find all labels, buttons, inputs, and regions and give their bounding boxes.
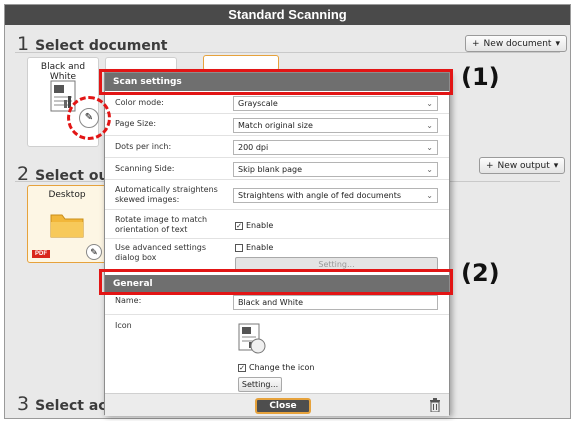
section-label: Select act	[35, 398, 114, 414]
new-document-label: New document	[483, 38, 552, 49]
checkbox-empty-icon	[235, 243, 243, 252]
highlight-box-scan-settings	[99, 69, 453, 95]
caret-down-icon: ▾	[553, 160, 559, 171]
folder-icon	[50, 214, 84, 238]
highlight-box-general	[99, 269, 453, 295]
rotate-label: Rotate image to match orientation of tex…	[115, 215, 208, 234]
change-icon-label: Change the icon	[249, 363, 315, 372]
close-button[interactable]: Close	[255, 398, 311, 414]
scanning-side-select[interactable]: Skip blank page ⌄	[233, 162, 438, 177]
page-size-select[interactable]: Match original size ⌄	[233, 118, 438, 133]
plus-icon: +	[472, 38, 480, 49]
color-mode-label: Color mode:	[115, 98, 164, 107]
color-mode-value: Grayscale	[238, 99, 278, 108]
name-input[interactable]: Black and White	[233, 295, 438, 310]
chevron-down-icon: ⌄	[426, 165, 433, 174]
color-mode-select[interactable]: Grayscale ⌄	[233, 96, 438, 111]
new-output-label: New output	[497, 160, 550, 171]
pdf-badge: PDF	[32, 250, 50, 258]
name-value: Black and White	[238, 298, 304, 307]
section-number: 3	[17, 393, 30, 415]
settings-dialog: Scan settings Color mode: Grayscale ⌄ Pag…	[104, 72, 450, 416]
chevron-down-icon: ⌄	[426, 143, 433, 152]
dpi-value: 200 dpi	[238, 143, 269, 152]
straighten-select[interactable]: Straightens with angle of fed documents ⌄	[233, 188, 438, 203]
chevron-down-icon: ⌄	[426, 121, 433, 130]
row-scanning-side: Scanning Side: Skip blank page ⌄	[105, 158, 449, 180]
row-page-size: Page Size: Match original size ⌄	[105, 114, 449, 136]
callout-label-1: (1)	[461, 63, 500, 91]
icon-setting-button[interactable]: Setting...	[238, 377, 282, 392]
edit-pencil-icon[interactable]: ✎	[79, 108, 99, 128]
straighten-label: Automatically straightens skewed images:	[115, 185, 218, 204]
scanning-side-value: Skip blank page	[238, 165, 302, 174]
checkbox-checked-icon: ✓	[238, 363, 246, 372]
advanced-enable-checkbox[interactable]: Enable	[235, 243, 273, 252]
chevron-down-icon: ⌄	[426, 191, 433, 200]
output-card-label: Desktop	[48, 190, 86, 200]
row-color-mode: Color mode: Grayscale ⌄	[105, 93, 449, 114]
trash-icon[interactable]	[429, 398, 441, 412]
rotate-enable-checkbox[interactable]: ✓ Enable	[235, 221, 273, 230]
icon-label: Icon	[115, 321, 132, 330]
new-document-button[interactable]: + New document ▾	[465, 35, 567, 52]
plus-icon: +	[486, 160, 494, 171]
row-dpi: Dots per inch: 200 dpi ⌄	[105, 136, 449, 158]
advanced-enable-label: Enable	[246, 243, 274, 252]
page-size-value: Match original size	[238, 121, 313, 130]
dpi-select[interactable]: 200 dpi ⌄	[233, 140, 438, 155]
output-card-desktop[interactable]: Desktop PDF ✎	[27, 185, 107, 263]
dpi-label: Dots per inch:	[115, 142, 172, 151]
dialog-footer: Close	[105, 393, 449, 416]
row-icon: Icon ✓ Change the icon Setting...	[105, 315, 449, 392]
name-label: Name:	[115, 296, 142, 305]
row-rotate: Rotate image to match orientation of tex…	[105, 210, 449, 239]
document-card-label: Black and White	[40, 62, 86, 82]
chevron-down-icon: ⌄	[426, 99, 433, 108]
callout-label-2: (2)	[461, 259, 500, 287]
window-title: Standard Scanning	[5, 5, 570, 25]
document-preview-icon	[238, 323, 266, 354]
new-output-button[interactable]: + New output ▾	[479, 157, 566, 174]
row-advanced: Use advanced settings dialog box Enable …	[105, 239, 449, 272]
straighten-value: Straightens with angle of fed documents	[238, 191, 402, 200]
rotate-enable-label: Enable	[246, 221, 274, 230]
section-select-action: 3 Select act	[17, 393, 113, 415]
row-straighten: Automatically straightens skewed images:…	[105, 180, 449, 210]
page-size-label: Page Size:	[115, 119, 157, 128]
scanning-side-label: Scanning Side:	[115, 164, 175, 173]
divider	[15, 52, 560, 53]
caret-down-icon: ▾	[555, 38, 560, 49]
checkbox-checked-icon: ✓	[235, 221, 243, 230]
row-name: Name: Black and White	[105, 293, 449, 315]
change-icon-checkbox[interactable]: ✓ Change the icon	[238, 363, 314, 372]
advanced-label: Use advanced settings dialog box	[115, 243, 207, 262]
edit-pencil-icon[interactable]: ✎	[86, 244, 102, 260]
